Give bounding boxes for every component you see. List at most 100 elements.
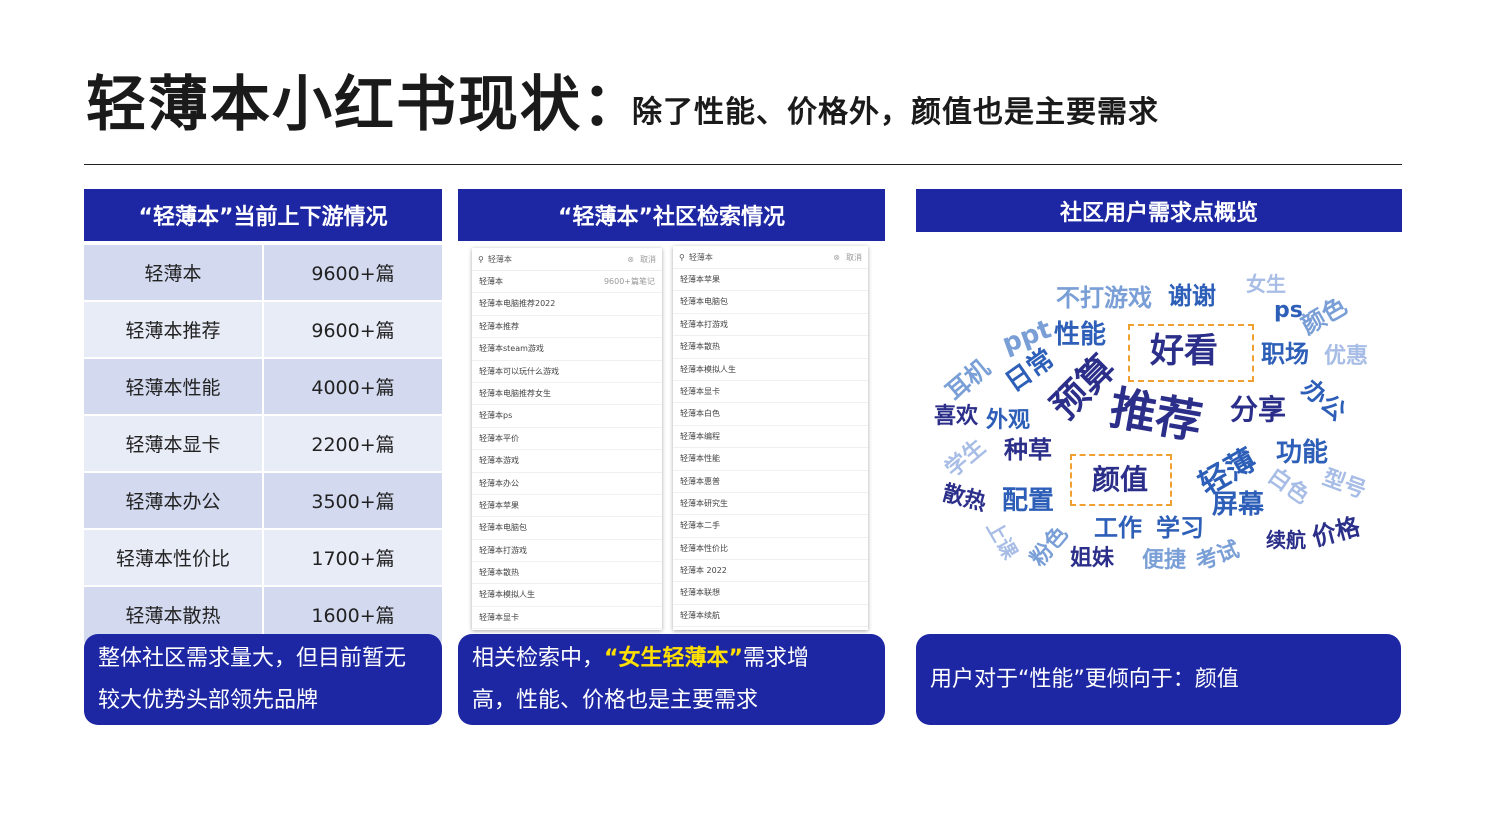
cloud-word: 喜欢 [934,404,979,429]
suggestion-item[interactable]: 轻薄本散热 [673,336,868,359]
cloud-word: 性能 [1054,320,1107,350]
keyword-cell: 轻薄本推荐 [84,302,262,357]
suggestion-item[interactable]: 轻薄本显卡 [673,381,868,404]
suggestion-item[interactable]: 轻薄本模拟人生 [673,359,868,381]
summary-text: 相关检索中， [472,645,605,671]
suggestion-text: 轻薄本苹果 [680,275,720,284]
cloud-word: 价格 [1309,512,1363,552]
cancel-link[interactable]: 取消 [640,254,656,265]
cloud-word: 颜色 [1296,291,1352,341]
highlight-box [1128,324,1254,382]
suggestion-text: 轻薄本散热 [680,342,720,352]
panel1-summary: 整体社区需求量大，但目前暂无 较大优势头部领先品牌 [84,634,442,725]
suggestion-item[interactable]: 轻薄本 2022 [673,560,868,583]
cloud-word: 功能 [1276,438,1329,468]
summary-line: 整体社区需求量大，但目前暂无 [98,645,407,671]
suggestion-text: 轻薄本可以玩什么游戏 [479,366,559,376]
suggestion-count: 9600+篇笔记 [603,277,655,286]
cloud-word: 学生 [940,434,991,483]
clear-icon[interactable]: ⊗ [627,255,634,264]
suggestion-item[interactable]: 轻薄本联想 [673,582,868,605]
suggestion-item[interactable]: 轻薄本可以玩什么游戏 [472,361,662,383]
suggestion-item[interactable]: 轻薄本steam游戏 [472,338,662,361]
suggestion-text: 轻薄本散热 [479,568,519,578]
suggestion-text: 轻薄本白色 [680,409,720,419]
keyword-cell: 轻薄本性能 [84,359,262,414]
suggestion-item[interactable]: 轻薄本 9600+篇笔记 [472,271,662,294]
suggestion-item[interactable]: 轻薄本二手 [673,515,868,538]
cloud-word: 姐妹 [1070,546,1115,571]
keyword-cell: 轻薄本 [84,245,262,300]
suggestion-item[interactable]: 轻薄本散热 [472,562,662,585]
cloud-word: 推荐 [1106,380,1206,450]
suggestion-text: 轻薄本模拟人生 [680,364,736,374]
summary-line: 用户对于“性能”更倾向于：颜值 [930,666,1239,692]
cloud-word: 学习 [1156,514,1204,542]
summary-line: 相关检索中，“女生轻薄本”需求增 [472,638,871,680]
table-row: 轻薄本性能 4000+篇 [84,359,442,414]
suggestion-item[interactable]: 轻薄本游戏 [472,450,662,473]
keyword-table: 轻薄本 9600+篇 轻薄本推荐 9600+篇 轻薄本性能 4000+篇 轻薄本… [84,245,442,645]
cloud-word: 工作 [1094,514,1142,542]
suggestion-item[interactable]: 轻薄本续航 [673,605,868,628]
clear-icon[interactable]: ⊗ [833,253,840,262]
count-cell: 2200+篇 [264,416,442,471]
cloud-word: 型号 [1319,465,1370,504]
search-screenshot-right: ⚲ 轻薄本 ⊗ 取消 轻薄本苹果轻薄本电脑包轻薄本打游戏轻薄本散热轻薄本模拟人生… [673,246,868,630]
search-status-header: “轻薄本”社区检索情况 [458,189,885,241]
cloud-word: 白色 [1263,463,1314,510]
title-divider [84,164,1402,165]
suggestion-item[interactable]: 轻薄本编程 [673,426,868,449]
suggestion-item[interactable]: 轻薄本电脑包 [472,517,662,540]
suggestion-text: 轻薄本显卡 [479,612,519,622]
page-subtitle: 除了性能、价格外，颜值也是主要需求 [632,95,1159,130]
suggestion-item[interactable]: 轻薄本推荐 [472,316,662,339]
suggestion-item[interactable]: 轻薄本打游戏 [472,540,662,563]
cloud-word: 屏幕 [1212,490,1265,520]
suggestion-item[interactable]: 轻薄本苹果 [472,495,662,518]
suggestion-item[interactable]: 轻薄本研究生 [673,493,868,516]
cloud-word: 散热 [939,480,989,517]
summary-line: 高，性能、价格也是主要需求 [472,687,759,713]
suggestion-item[interactable]: 轻薄本惠普 [673,471,868,493]
suggestion-text: 轻薄本电脑包 [680,297,728,307]
suggestion-text: 轻薄本性价比 [680,543,728,553]
page-title: 轻薄本小红书现状： [86,70,644,140]
panel2-summary: 相关检索中，“女生轻薄本”需求增 高，性能、价格也是主要需求 [458,634,885,725]
suggestion-item[interactable]: 轻薄本显卡 [472,607,662,630]
suggestion-text: 轻薄本惠普 [680,476,720,486]
suggestion-item[interactable]: 轻薄本电脑包 [673,291,868,314]
suggestion-item[interactable]: 轻薄本平价 [472,428,662,451]
suggestion-item[interactable]: 轻薄本ps [472,405,662,428]
search-bar[interactable]: ⚲ 轻薄本 ⊗ 取消 [673,246,868,269]
suggestion-text: 轻薄本steam游戏 [479,344,544,354]
suggestion-item[interactable]: 轻薄本打游戏 [673,314,868,337]
cloud-word: 谢谢 [1168,282,1216,310]
cancel-link[interactable]: 取消 [846,252,862,263]
cloud-word: 种草 [1004,436,1052,464]
suggestion-item[interactable]: 轻薄本电脑推荐2022 [472,293,662,316]
cloud-word: 配置 [1002,486,1055,516]
suggestion-text: 轻薄本编程 [680,431,720,441]
suggestion-item[interactable]: 轻薄本苹果 [673,269,868,292]
cloud-word: 不打游戏 [1056,284,1152,312]
suggestion-text: 轻薄本联想 [680,588,720,598]
suggestion-text: 轻薄本ps [479,411,513,421]
table-row: 轻薄本推荐 9600+篇 [84,302,442,357]
cloud-word: 外观 [986,408,1031,433]
suggestion-text: 轻薄本性能 [680,454,720,464]
suggestion-item[interactable]: 轻薄本白色 [673,403,868,426]
suggestion-item[interactable]: 轻薄本电脑推荐女生 [472,383,662,406]
suggestion-item[interactable]: 轻薄本性价比 [673,538,868,561]
suggestion-item[interactable]: 轻薄本模拟人生 [472,584,662,607]
search-query: 轻薄本 [487,254,512,264]
table-row: 轻薄本办公 3500+篇 [84,473,442,528]
suggestion-item[interactable]: 轻薄本性能 [673,448,868,471]
suggestion-text: 轻薄本办公 [479,478,519,488]
search-bar[interactable]: ⚲ 轻薄本 ⊗ 取消 [472,248,662,271]
keyword-cell: 轻薄本办公 [84,473,262,528]
search-icon: ⚲ [679,252,685,262]
suggestion-item[interactable]: 轻薄本办公 [472,473,662,495]
cloud-word: 办公 [1296,373,1352,427]
suggestion-text: 轻薄本电脑包 [479,523,527,533]
